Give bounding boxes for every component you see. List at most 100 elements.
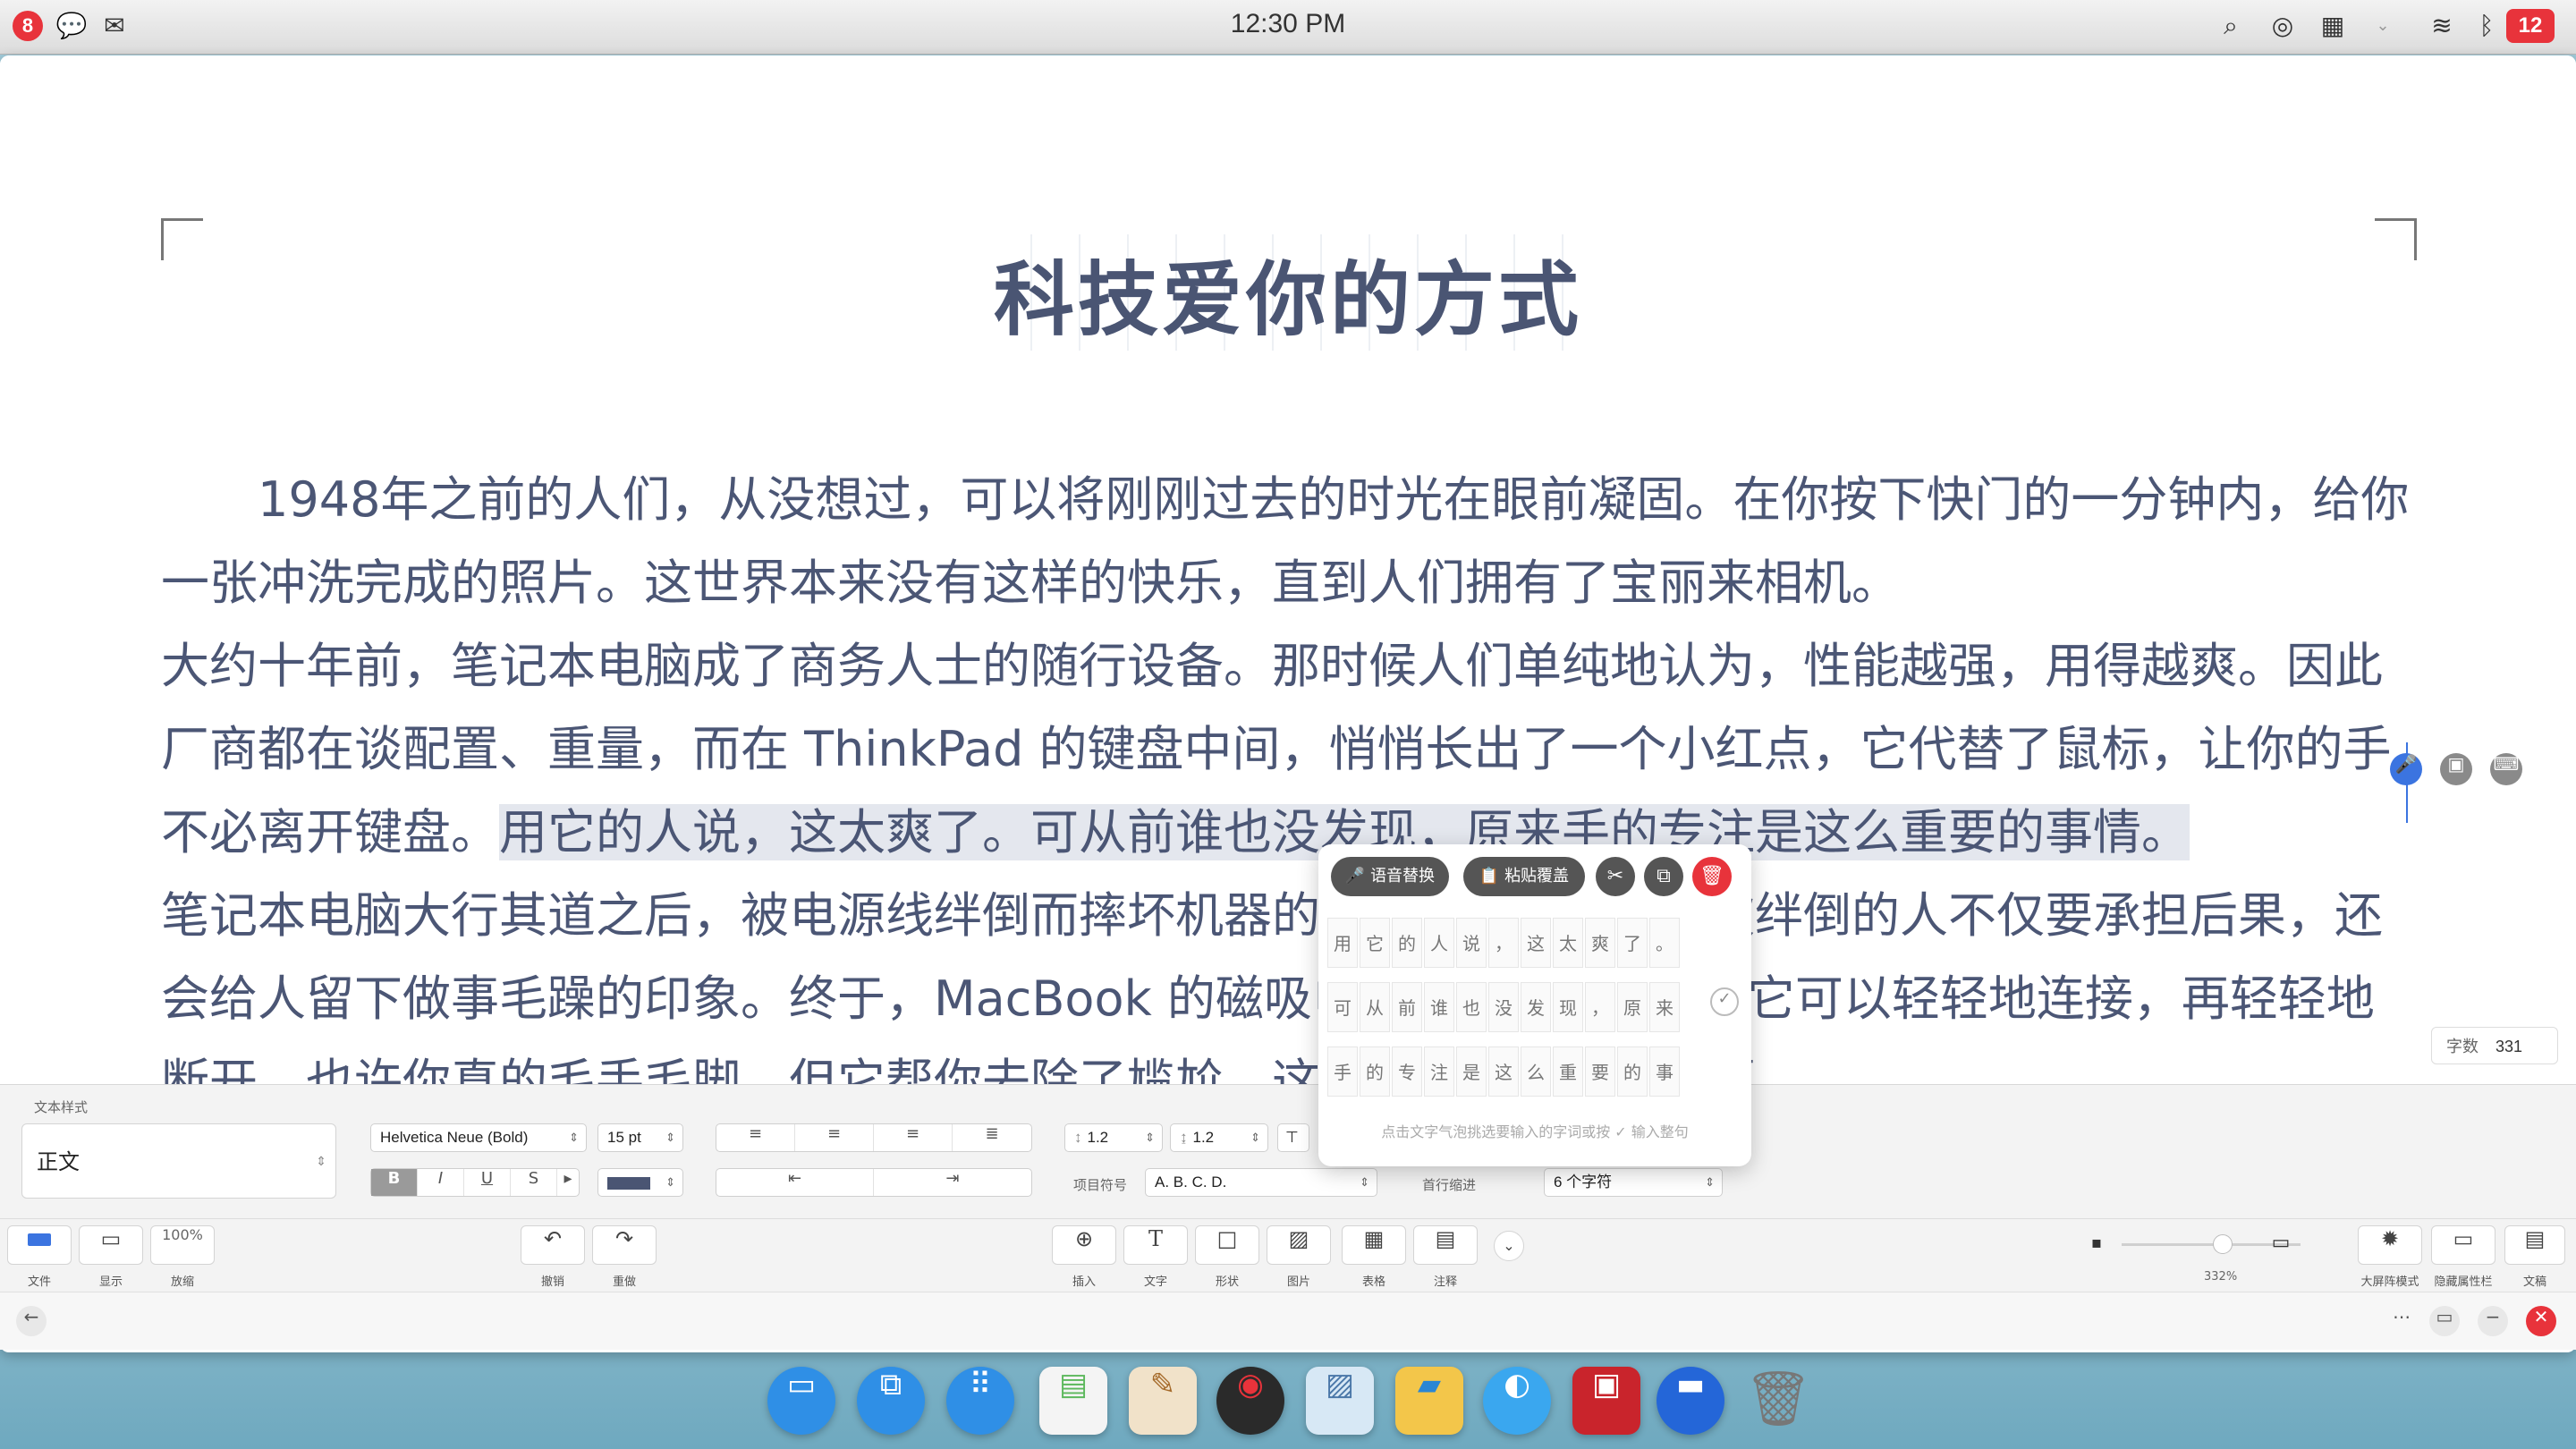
insert-button[interactable]: ⊕ <box>1052 1225 1116 1265</box>
candidate-char[interactable]: 从 <box>1360 982 1390 1032</box>
messages-icon[interactable]: ▬ <box>1657 1367 1724 1435</box>
windows-icon[interactable]: ⧉ <box>857 1367 925 1435</box>
close-icon[interactable]: ✕ <box>2526 1306 2556 1336</box>
zoom-button[interactable]: 100% <box>150 1225 215 1265</box>
italic-button[interactable]: I <box>418 1169 464 1196</box>
candidate-char[interactable]: 也 <box>1456 982 1487 1032</box>
candidate-char[interactable]: ， <box>1585 982 1615 1032</box>
bold-button[interactable]: B <box>371 1169 418 1196</box>
paragraph-3[interactable]: 笔记本电脑大行其道之后，被电源线绊倒而摔坏机器的事情也常有发生。被绊倒的人不仅要… <box>161 887 2383 1084</box>
candidate-char[interactable]: 了 <box>1617 918 1648 968</box>
document-title[interactable]: 科技爱你的方式 <box>984 234 1592 351</box>
voice-replace-button[interactable]: 🎤 语音替换 <box>1331 857 1449 896</box>
paragraph-style-select[interactable]: 正文 ⇕ <box>21 1123 336 1199</box>
candidate-char[interactable]: 。 <box>1649 918 1680 968</box>
keyboard-icon[interactable]: ⌨ <box>2490 753 2522 785</box>
music-icon[interactable]: ◉ <box>1216 1367 1284 1435</box>
file-button[interactable] <box>7 1225 72 1265</box>
undo-button[interactable]: ↶ <box>521 1225 585 1265</box>
cut-icon[interactable]: ✂ <box>1596 857 1635 896</box>
underline-button[interactable]: U <box>464 1169 511 1196</box>
candidate-char[interactable]: 注 <box>1424 1046 1454 1097</box>
strikethrough-button[interactable]: S <box>511 1169 557 1196</box>
align-center-button[interactable]: ≡ <box>795 1124 874 1151</box>
candidate-char[interactable]: 事 <box>1649 1046 1680 1097</box>
candidate-char[interactable]: 太 <box>1553 918 1583 968</box>
copy-icon[interactable]: ⧉ <box>1644 857 1683 896</box>
align-right-button[interactable]: ≡ <box>874 1124 953 1151</box>
shape-button[interactable]: □ <box>1195 1225 1259 1265</box>
candidate-char[interactable]: 现 <box>1553 982 1583 1032</box>
font-family-select[interactable]: Helvetica Neue (Bold) ⇕ <box>370 1123 587 1152</box>
clipboard-icon[interactable]: ▣ <box>2440 753 2472 785</box>
candidate-char[interactable]: 这 <box>1521 918 1551 968</box>
candidate-char[interactable]: 可 <box>1327 982 1358 1032</box>
candidate-char[interactable]: 重 <box>1553 1046 1583 1097</box>
document-button[interactable]: ▤ <box>2504 1225 2565 1265</box>
more-tools-button[interactable]: ⌄ <box>1494 1231 1524 1261</box>
chevron-down-icon[interactable]: ⌄ <box>2367 12 2399 40</box>
table-button[interactable]: ▦ <box>1342 1225 1406 1265</box>
candidate-char[interactable]: 原 <box>1617 982 1648 1032</box>
candidate-char[interactable]: 手 <box>1327 1046 1358 1097</box>
line-spacing-select[interactable]: ↕ 1.2 ⇕ <box>1064 1123 1163 1152</box>
document-page[interactable]: 科技爱你的方式 1948年之前的人们，从没想过，可以将刚刚过去的时光在眼前凝固。… <box>0 55 2576 1084</box>
launchpad-icon[interactable]: ⠿ <box>946 1367 1014 1435</box>
zoom-out-icon[interactable]: ▪ <box>2080 1229 2113 1258</box>
bullet-style-select[interactable]: A. B. C. D. ⇕ <box>1145 1168 1377 1197</box>
candidate-char[interactable]: 要 <box>1585 1046 1615 1097</box>
text-color-select[interactable]: ⇕ <box>597 1168 683 1197</box>
candidate-char[interactable]: 前 <box>1392 982 1422 1032</box>
paragraph-spacing-select[interactable]: ↨ 1.2 ⇕ <box>1170 1123 1268 1152</box>
candidate-char[interactable]: 爽 <box>1585 918 1615 968</box>
candidate-char[interactable]: 人 <box>1424 918 1454 968</box>
redo-button[interactable]: ↷ <box>592 1225 657 1265</box>
screen-icon[interactable]: ▭ <box>767 1367 835 1435</box>
spotlight-icon[interactable]: ◎ <box>2267 12 2299 40</box>
finder-icon[interactable]: ▤ <box>1039 1367 1107 1435</box>
candidate-char[interactable]: 的 <box>1392 918 1422 968</box>
vertical-align-button[interactable]: ⊤ <box>1277 1123 1309 1152</box>
candidate-char[interactable]: 专 <box>1392 1046 1422 1097</box>
big-mode-button[interactable]: ✹ <box>2358 1225 2422 1265</box>
microphone-icon[interactable]: 🎤 <box>2390 753 2422 785</box>
back-icon[interactable]: ← <box>16 1306 47 1336</box>
control-center-icon[interactable]: ▦ <box>2317 12 2349 40</box>
candidate-char[interactable]: 谁 <box>1424 982 1454 1032</box>
bluetooth-icon[interactable]: ᛒ <box>2470 12 2503 40</box>
document-app-icon[interactable]: ▣ <box>1572 1367 1640 1435</box>
confirm-check-icon[interactable]: ✓ <box>1710 987 1739 1016</box>
candidate-char[interactable]: 它 <box>1360 918 1390 968</box>
mail-icon[interactable]: ✉ <box>98 12 131 40</box>
browser-icon[interactable]: ◐ <box>1483 1367 1551 1435</box>
candidate-char[interactable]: 说 <box>1456 918 1487 968</box>
chat-icon[interactable]: 💬 <box>55 12 88 40</box>
paste-cover-button[interactable]: 📋 粘贴覆盖 <box>1463 857 1585 896</box>
text-tool-button[interactable]: T <box>1123 1225 1188 1265</box>
candidate-char[interactable]: ， <box>1488 918 1519 968</box>
more-icon[interactable]: ⋯ <box>2386 1306 2417 1336</box>
wifi-icon[interactable]: ≋ <box>2426 12 2458 40</box>
search-icon[interactable]: ⌕ <box>2215 12 2247 40</box>
gallery-icon[interactable]: ▰ <box>1395 1367 1463 1435</box>
candidate-char[interactable]: 这 <box>1488 1046 1519 1097</box>
zoom-slider-knob[interactable] <box>2213 1234 2233 1254</box>
notes-icon[interactable]: ✎ <box>1129 1367 1197 1435</box>
minimize-icon[interactable]: − <box>2478 1306 2508 1336</box>
candidate-char[interactable]: 的 <box>1617 1046 1648 1097</box>
app-badge[interactable]: 8 <box>13 11 43 41</box>
indent-button[interactable]: ⇥ <box>874 1169 1031 1196</box>
zoom-in-icon[interactable]: ▭ <box>2265 1229 2297 1258</box>
comment-button[interactable]: ▤ <box>1413 1225 1478 1265</box>
first-line-indent-select[interactable]: 6 个字符 ⇕ <box>1544 1168 1723 1197</box>
font-size-select[interactable]: 15 pt ⇕ <box>597 1123 683 1152</box>
image-button[interactable]: ▨ <box>1267 1225 1331 1265</box>
trash-icon[interactable]: 🗑 <box>1744 1367 1812 1435</box>
hide-props-button[interactable]: ▭ <box>2431 1225 2496 1265</box>
paragraph-1[interactable]: 1948年之前的人们，从没想过，可以将刚刚过去的时光在眼前凝固。在你按下快门的一… <box>161 471 2409 611</box>
align-justify-button[interactable]: ≣ <box>953 1124 1031 1151</box>
document-body[interactable]: 1948年之前的人们，从没想过，可以将刚刚过去的时光在眼前凝固。在你按下快门的一… <box>161 458 2415 1084</box>
candidate-char[interactable]: 用 <box>1327 918 1358 968</box>
align-left-button[interactable]: ≡ <box>716 1124 795 1151</box>
outdent-button[interactable]: ⇤ <box>716 1169 874 1196</box>
